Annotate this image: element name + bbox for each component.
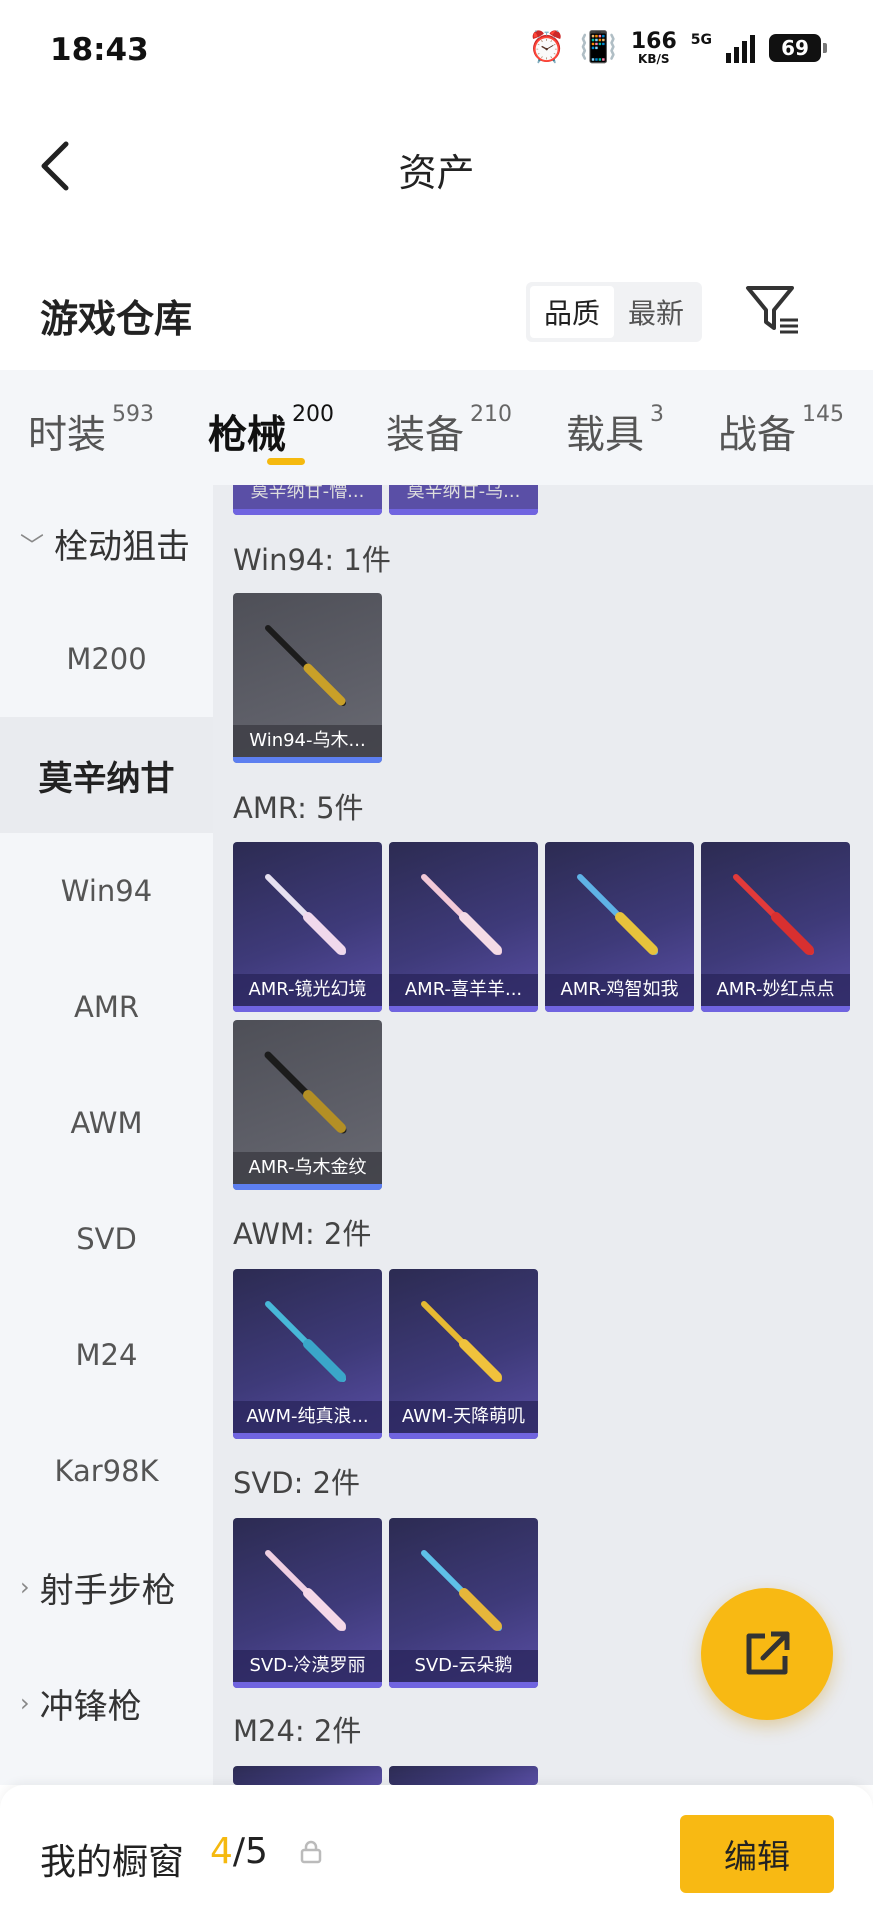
rifle-icon: [421, 1550, 502, 1631]
rifle-icon: [265, 874, 346, 955]
item-card[interactable]: [233, 1766, 382, 1785]
rifle-icon: [265, 1550, 346, 1631]
external-link-icon: [746, 1631, 790, 1675]
showcase-label: 我的橱窗: [40, 1842, 185, 1883]
warehouse-title: 游戏仓库: [40, 297, 193, 341]
rifle-icon: [265, 625, 346, 706]
signal-icon: [726, 33, 755, 63]
sidebar-item-mosin[interactable]: 莫辛纳甘: [0, 717, 213, 833]
sidebar-item-m24[interactable]: M24: [0, 1297, 213, 1413]
item-card[interactable]: AWM-天降萌叽: [389, 1269, 538, 1439]
tab-supplies[interactable]: 战备 145: [718, 370, 853, 485]
rifle-icon: [264, 1051, 347, 1134]
tab-guns[interactable]: 枪械 200: [208, 370, 356, 485]
showcase-bar: 我的橱窗 4/5 编辑: [0, 1785, 873, 1920]
alarm-icon: ⏰: [528, 30, 566, 65]
sidebar: ﹀ 栓动狙击 M200 莫辛纳甘 Win94 AMR AWM SVD M24 K…: [0, 485, 213, 1785]
tab-fashion[interactable]: 时装 593: [28, 370, 176, 485]
sidebar-item-kar98k[interactable]: Kar98K: [0, 1413, 213, 1529]
item-card[interactable]: AMR-妙红点点: [701, 842, 850, 1012]
page-title: 资产: [398, 151, 475, 195]
tab-underline: [267, 458, 305, 465]
nav-bar: 资产: [0, 100, 873, 230]
sidebar-group-smg[interactable]: › 冲锋枪: [0, 1645, 213, 1761]
edit-button[interactable]: 编辑: [680, 1815, 834, 1893]
item-card[interactable]: Win94-乌木...: [233, 593, 382, 763]
network-type: 5G: [690, 32, 712, 48]
chevron-right-icon: ›: [20, 1573, 30, 1601]
item-card[interactable]: AWM-纯真浪...: [233, 1269, 382, 1439]
sort-newest-button[interactable]: 最新: [614, 286, 698, 338]
item-card[interactable]: [389, 1766, 538, 1785]
rifle-icon: [733, 874, 814, 955]
item-card[interactable]: SVD-冷漠罗丽: [233, 1518, 382, 1688]
section-title: AMR: 5件: [233, 791, 364, 825]
status-bar: 18:43 ⏰ 📳 166 KB/S 5G 69: [0, 0, 873, 100]
status-icons: ⏰ 📳 166 KB/S 5G 69: [528, 29, 827, 66]
item-card[interactable]: AMR-镜光幻境: [233, 842, 382, 1012]
showcase-count: 4/5: [210, 1831, 268, 1872]
chevron-down-icon: ﹀: [20, 531, 44, 560]
sidebar-item-svd[interactable]: SVD: [0, 1181, 213, 1297]
section-title: M24: 2件: [233, 1714, 362, 1748]
status-time: 18:43: [50, 32, 149, 68]
rifle-icon: [421, 1301, 502, 1382]
tab-equipment[interactable]: 装备 210: [386, 370, 534, 485]
warehouse-header: 游戏仓库 品质 最新: [0, 230, 873, 370]
section-title: Win94: 1件: [233, 543, 391, 577]
sidebar-item-awm[interactable]: AWM: [0, 1065, 213, 1181]
item-card[interactable]: AMR-鸡智如我: [545, 842, 694, 1012]
category-tabs: 时装 593 枪械 200 装备 210 载具 3 战备 145: [0, 370, 873, 485]
item-card[interactable]: 莫辛纳甘-乌...: [389, 485, 538, 515]
rifle-icon: [577, 874, 658, 955]
share-button[interactable]: [701, 1588, 833, 1720]
tab-vehicles[interactable]: 载具 3: [566, 370, 686, 485]
sort-quality-button[interactable]: 品质: [530, 286, 614, 338]
filter-icon[interactable]: [744, 282, 800, 338]
item-card[interactable]: AMR-乌木金纹: [233, 1020, 382, 1190]
rifle-icon: [265, 1301, 346, 1382]
item-card[interactable]: 莫辛纳甘-懵...: [233, 485, 382, 515]
sidebar-group-marksman[interactable]: › 射手步枪: [0, 1529, 213, 1645]
sidebar-item-amr[interactable]: AMR: [0, 949, 213, 1065]
vibrate-icon: 📳: [579, 30, 617, 65]
sort-toggle: 品质 最新: [526, 282, 702, 342]
item-card[interactable]: AMR-喜羊羊...: [389, 842, 538, 1012]
sidebar-group-bolt-action[interactable]: ﹀ 栓动狙击: [0, 485, 213, 601]
battery-icon: 69: [769, 34, 827, 62]
rifle-icon: [421, 874, 502, 955]
section-title: AWM: 2件: [233, 1217, 372, 1251]
sidebar-item-win94[interactable]: Win94: [0, 833, 213, 949]
lock-icon: [300, 1840, 322, 1864]
sidebar-item-m200[interactable]: M200: [0, 601, 213, 717]
section-title: SVD: 2件: [233, 1466, 361, 1500]
network-speed: 166 KB/S: [630, 29, 677, 66]
chevron-right-icon: ›: [20, 1689, 30, 1717]
item-card[interactable]: SVD-云朵鹅: [389, 1518, 538, 1688]
